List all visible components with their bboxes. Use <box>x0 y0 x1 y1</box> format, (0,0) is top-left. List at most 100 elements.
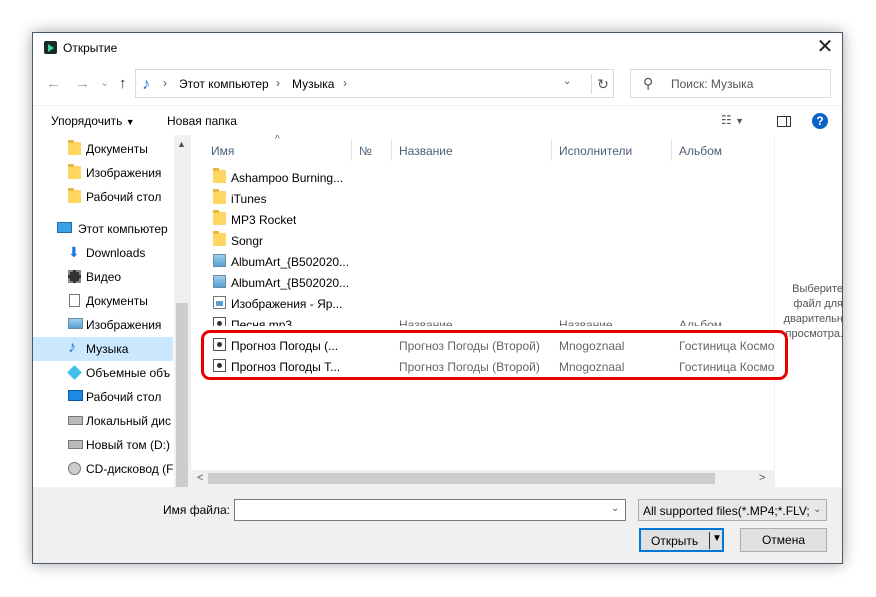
file-name: iTunes <box>231 192 267 206</box>
organize-button[interactable]: Упорядочить ▼ <box>51 114 135 128</box>
file-name: Songr <box>231 234 264 248</box>
sidebar-item-videos[interactable]: Видео <box>33 265 173 289</box>
sidebar-item-label: Рабочий стол <box>86 390 162 404</box>
sidebar-item-pictures[interactable]: Изображения <box>33 161 173 185</box>
sidebar-item-3d-objects[interactable]: Объемные объ <box>33 361 173 385</box>
filetype-value: All supported files(*.MP4;*.FLV; <box>643 504 810 518</box>
3d-objects-icon <box>67 365 82 380</box>
chevron-down-icon: ▼ <box>735 116 745 126</box>
file-name: Изображения - Яр... <box>231 297 343 311</box>
sidebar-item-volume-d[interactable]: Новый том (D:) <box>33 433 173 457</box>
address-bar[interactable]: ♪ › Этот компьютер › Музыка › ⌄ ↻ <box>135 69 614 98</box>
file-name: AlbumArt_{B502020... <box>231 255 350 269</box>
command-toolbar: Упорядочить ▼ Новая папка ☷ ▼ ? <box>33 105 842 136</box>
chevron-right-icon[interactable]: › <box>343 76 347 90</box>
pictures-icon <box>68 318 83 329</box>
chevron-down-icon: ▼ <box>125 117 135 127</box>
sidebar-item-label: Рабочий стол <box>86 190 162 204</box>
filename-input[interactable] <box>234 499 626 521</box>
scroll-up-icon[interactable]: ▲ <box>177 139 186 149</box>
scroll-right-icon[interactable]: > <box>759 472 765 484</box>
sidebar-item-label: Документы <box>86 294 148 308</box>
help-icon[interactable]: ? <box>812 113 828 129</box>
desktop-icon <box>68 390 83 401</box>
list-item[interactable]: AlbumArt_{B502020... <box>191 272 774 293</box>
highlight-annotation <box>201 330 788 380</box>
download-icon: ⬇ <box>68 244 80 260</box>
column-artists[interactable]: Исполнители <box>559 144 632 158</box>
sidebar-item-label: Этот компьютер <box>78 222 168 236</box>
new-folder-button[interactable]: Новая папка <box>167 114 237 128</box>
column-divider[interactable] <box>351 139 352 161</box>
recent-dropdown-button[interactable]: ⌄ <box>100 76 109 89</box>
forward-button[interactable]: → <box>75 75 90 92</box>
chevron-down-icon[interactable]: ▼ <box>712 533 722 544</box>
navigation-pane: Документы Изображения Рабочий стол Этот … <box>33 135 190 487</box>
document-icon <box>69 294 80 307</box>
column-divider[interactable] <box>551 139 552 161</box>
search-box[interactable]: ⚲ Поиск: Музыка <box>630 69 831 98</box>
folder-icon <box>213 189 226 204</box>
refresh-button[interactable]: ↻ <box>591 74 614 94</box>
list-item[interactable]: Песня.mp3 Название Название Альбом <box>191 314 774 326</box>
column-title[interactable]: Название <box>399 144 453 158</box>
sidebar-scrollbar[interactable]: ▲ <box>174 135 190 487</box>
sidebar-item-music[interactable]: ♪ Музыка <box>33 337 173 361</box>
sidebar-item-label: Объемные объ <box>86 366 171 380</box>
address-dropdown-icon[interactable]: ⌄ <box>563 76 571 87</box>
file-list-scrollbar[interactable]: < > <box>191 470 774 487</box>
scrollbar-thumb[interactable] <box>208 473 715 484</box>
sidebar-item-local-disk[interactable]: Локальный дис <box>33 409 173 433</box>
chevron-down-icon[interactable]: ⌄ <box>611 503 619 514</box>
sidebar-item-this-pc[interactable]: Этот компьютер <box>33 217 173 241</box>
column-divider[interactable] <box>671 139 672 161</box>
chevron-right-icon: › <box>163 76 167 90</box>
sidebar-item-label: CD-дисковод (F <box>86 462 174 476</box>
list-item[interactable]: AlbumArt_{B502020... <box>191 251 774 272</box>
title-bar: Открытие ✕ <box>33 33 842 63</box>
back-button[interactable]: ← <box>46 75 61 92</box>
column-headers: ^ Имя № Название Исполнители Альбом <box>191 135 774 161</box>
preview-pane-icon[interactable] <box>777 116 791 127</box>
music-note-icon: ♪ <box>142 76 150 93</box>
image-file-icon <box>213 275 226 288</box>
file-list: ^ Имя № Название Исполнители Альбом Asha… <box>191 135 774 487</box>
scrollbar-thumb[interactable] <box>176 303 188 487</box>
column-number[interactable]: № <box>359 144 372 158</box>
list-item[interactable]: Ashampoo Burning... <box>191 167 774 188</box>
breadcrumb-this-pc[interactable]: Этот компьютер <box>179 77 269 91</box>
search-input[interactable]: Поиск: Музыка <box>671 77 753 91</box>
sidebar-item-documents[interactable]: Документы <box>33 137 173 161</box>
scroll-left-icon[interactable]: < <box>197 472 203 484</box>
folder-icon <box>213 168 226 183</box>
dialog-footer: Имя файла: ⌄ All supported files(*.MP4;*… <box>33 487 842 563</box>
cancel-button[interactable]: Отмена <box>740 528 827 552</box>
filetype-select[interactable]: All supported files(*.MP4;*.FLV; ⌄ <box>638 499 827 521</box>
list-item[interactable]: Songr <box>191 230 774 251</box>
sidebar-item-pictures-lib[interactable]: Изображения <box>33 313 173 337</box>
file-name: Песня.mp3 <box>231 318 293 326</box>
filename-label: Имя файла: <box>163 503 230 517</box>
column-name[interactable]: Имя <box>211 144 234 158</box>
breadcrumb-music[interactable]: Музыка <box>292 77 334 91</box>
sidebar-item-label: Документы <box>86 142 148 156</box>
sidebar-item-desktop[interactable]: Рабочий стол <box>33 185 173 209</box>
image-file-icon <box>213 254 226 267</box>
sort-ascending-icon: ^ <box>275 135 280 145</box>
up-button[interactable]: ↑ <box>119 75 127 92</box>
sidebar-item-downloads[interactable]: ⬇ Downloads <box>33 241 173 265</box>
close-button[interactable]: ✕ <box>812 36 838 60</box>
audio-file-icon <box>213 317 226 326</box>
chevron-down-icon: ⌄ <box>813 504 822 515</box>
sidebar-item-documents-lib[interactable]: Документы <box>33 289 173 313</box>
column-divider[interactable] <box>391 139 392 161</box>
open-button[interactable]: Открыть ▼ <box>639 528 724 552</box>
sidebar-item-desktop-lib[interactable]: Рабочий стол <box>33 385 173 409</box>
list-item[interactable]: MP3 Rocket <box>191 209 774 230</box>
list-item[interactable]: Изображения - Яр... <box>191 293 774 314</box>
sidebar-item-cd-drive[interactable]: CD-дисковод (F <box>33 457 173 481</box>
list-item[interactable]: iTunes <box>191 188 774 209</box>
column-album[interactable]: Альбом <box>679 144 722 158</box>
view-options-button[interactable]: ☷ ▼ <box>721 113 744 127</box>
preview-line: Выберите <box>792 283 842 295</box>
